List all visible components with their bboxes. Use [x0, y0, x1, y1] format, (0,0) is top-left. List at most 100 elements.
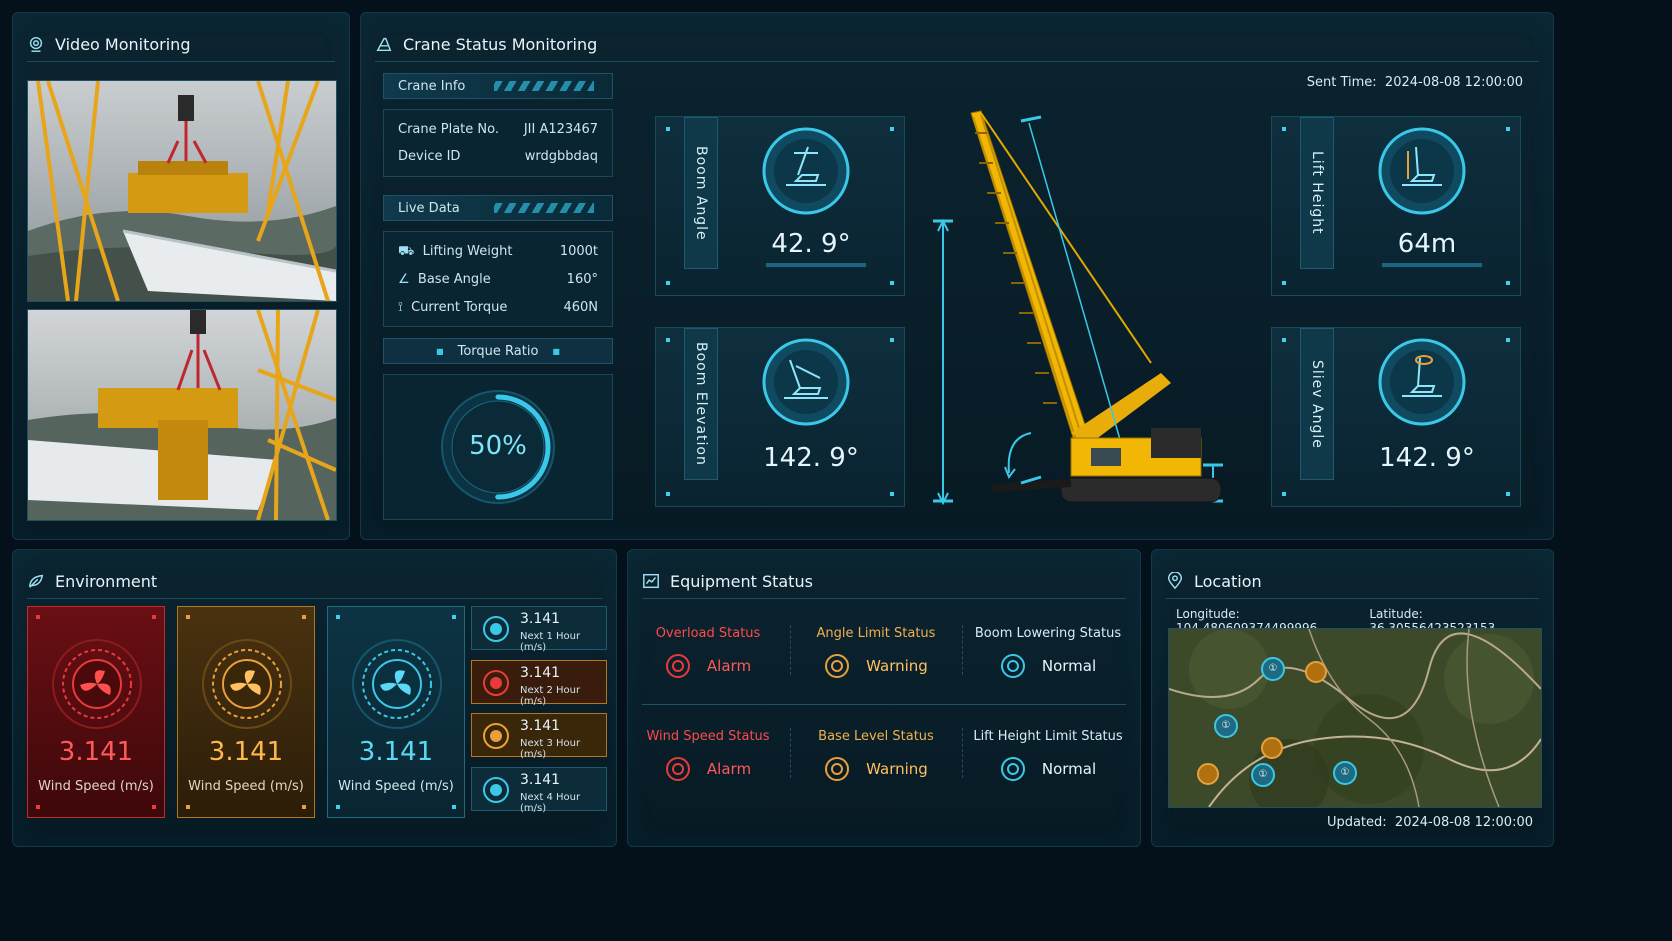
wind-speed-label: Wind Speed (m/s)	[338, 779, 454, 794]
forecast-value: 3.141	[520, 718, 561, 734]
bullet-icon: ■	[436, 346, 444, 356]
lift-height-value: 64m	[1397, 229, 1457, 259]
boom-elevation-icon	[762, 338, 850, 426]
video-feed-2[interactable]	[27, 309, 337, 521]
status-label: Overload Status	[655, 626, 761, 641]
fan-small-icon	[483, 723, 509, 749]
forecast-next-1-hour[interactable]: 3.141 Next 1 Hour (m/s)	[471, 606, 607, 653]
panel-title: Environment	[55, 571, 158, 591]
live-data-box: ⛟ Lifting Weight 1000t ∠ Base Angle 160°…	[383, 231, 613, 327]
lift-height-card: Lift Height 64m	[1271, 116, 1521, 296]
forecast-value: 3.141	[520, 611, 561, 627]
sent-time: Sent Time: 2024-08-08 12:00:00	[1307, 75, 1523, 90]
lifting-weight-label: Lifting Weight	[422, 244, 513, 259]
forecast-next-2-hour[interactable]: 3.141 Next 2 Hour (m/s)	[471, 660, 607, 707]
horizontal-divider	[642, 704, 1126, 705]
sliev-angle-icon	[1378, 338, 1466, 426]
map-marker-normal[interactable]: ①	[1251, 763, 1275, 787]
status-value: Warning	[866, 657, 928, 675]
header-stripes	[494, 203, 594, 213]
fan-icon	[52, 639, 142, 729]
crane-illustration	[933, 110, 1223, 506]
lifting-weight-value: 1000t	[559, 244, 598, 259]
map-marker-warning[interactable]	[1197, 763, 1219, 785]
normal-icon	[1000, 757, 1025, 781]
vertical-divider	[962, 625, 964, 675]
angle-icon: ∠	[398, 272, 410, 287]
wind-card-normal[interactable]: 3.141 Wind Speed (m/s)	[327, 606, 465, 818]
boom-angle-card: Boom Angle 42. 9°	[655, 116, 905, 296]
panel-title: Crane Status Monitoring	[403, 34, 598, 54]
map-marker-normal[interactable]: ①	[1214, 714, 1238, 738]
location-pin-icon	[1167, 572, 1183, 590]
map-marker-warning[interactable]	[1261, 737, 1283, 759]
fan-small-icon	[483, 616, 509, 642]
crane-info-header: Crane Info	[383, 73, 613, 99]
crane-status-panel: Crane Status Monitoring Sent Time: 2024-…	[360, 12, 1554, 540]
device-value: wrdgbbdaq	[524, 149, 598, 164]
video-monitoring-header: Video Monitoring	[27, 27, 335, 62]
video-feed-2-image	[28, 310, 336, 520]
panel-title: Location	[1194, 571, 1262, 591]
status-value: Alarm	[706, 760, 752, 778]
overload-status[interactable]: Overload Status Alarm	[628, 626, 788, 679]
status-label: Boom Lowering Status	[974, 626, 1122, 641]
boom-lowering-status[interactable]: Boom Lowering Status Normal	[968, 626, 1128, 679]
fan-small-icon	[483, 670, 509, 696]
sliev-angle-label: Sliev Angle	[1309, 359, 1325, 449]
forecast-next-4-hour[interactable]: 3.141 Next 4 Hour (m/s)	[471, 767, 607, 814]
base-level-status[interactable]: Base Level Status Warning	[796, 729, 956, 782]
panel-title: Equipment Status	[670, 571, 813, 591]
map-marker-warning[interactable]	[1305, 661, 1327, 683]
warning-icon	[825, 757, 850, 781]
fan-icon	[352, 639, 442, 729]
forecast-value: 3.141	[520, 772, 561, 788]
boom-elevation-value: 142. 9°	[763, 443, 859, 473]
equipment-status-panel: Equipment Status Overload Status Alarm A…	[627, 549, 1141, 847]
latitude-label: Latitude:	[1369, 607, 1423, 621]
wind-speed-value: 3.141	[58, 737, 134, 767]
gauge-underline	[766, 263, 866, 267]
location-panel: Location Longitude: 104.480609374499996 …	[1151, 549, 1554, 847]
fan-icon	[202, 639, 292, 729]
status-label: Base Level Status	[818, 729, 934, 744]
angle-limit-status[interactable]: Angle Limit Status Warning	[796, 626, 956, 679]
live-data-title: Live Data	[398, 200, 460, 216]
video-monitoring-panel: Video Monitoring	[12, 12, 350, 540]
sliev-angle-value: 142. 9°	[1379, 443, 1475, 473]
torque-ratio-title: Torque Ratio	[457, 343, 539, 359]
sent-time-label: Sent Time:	[1306, 75, 1377, 90]
updated-value: 2024-08-08 12:00:00	[1394, 815, 1533, 830]
torque-ratio-value: 50%	[469, 431, 527, 461]
boom-angle-icon	[762, 127, 850, 215]
vertical-divider	[790, 625, 792, 675]
forecast-label: Next 4 Hour (m/s)	[520, 792, 581, 814]
wind-speed-status[interactable]: Wind Speed Status Alarm	[628, 729, 788, 782]
forecast-value: 3.141	[520, 665, 561, 681]
lift-height-icon	[1378, 127, 1466, 215]
torque-ratio-box: 50%	[383, 374, 613, 520]
header-stripes	[494, 81, 594, 91]
forecast-label: Next 3 Hour (m/s)	[520, 738, 581, 760]
status-value: Alarm	[706, 657, 752, 675]
lift-height-limit-status[interactable]: Lift Height Limit Status Normal	[968, 729, 1128, 782]
forecast-next-3-hour[interactable]: 3.141 Next 3 Hour (m/s)	[471, 713, 607, 760]
vertical-divider	[962, 728, 964, 778]
map-marker-normal[interactable]: ①	[1261, 657, 1285, 681]
wind-speed-label: Wind Speed (m/s)	[38, 779, 154, 794]
alarm-icon	[665, 654, 690, 678]
map-marker-normal[interactable]: ①	[1333, 761, 1357, 785]
crane-info-box: Crane Plate No. JII A123467 Device ID wr…	[383, 109, 613, 177]
warning-icon	[825, 654, 850, 678]
map-view[interactable]: ① ① ① ①	[1168, 628, 1542, 808]
plate-row: Crane Plate No. JII A123467	[398, 122, 598, 137]
crane-status-header: Crane Status Monitoring	[375, 27, 1539, 62]
normal-icon	[1000, 654, 1025, 678]
video-feed-1[interactable]	[27, 80, 337, 302]
wind-card-warning[interactable]: 3.141 Wind Speed (m/s)	[177, 606, 315, 818]
sent-time-value: 2024-08-08 12:00:00	[1384, 75, 1523, 90]
camera-icon	[29, 36, 43, 52]
lift-height-label: Lift Height	[1309, 151, 1325, 235]
bullet-icon: ■	[552, 346, 560, 356]
wind-card-alarm[interactable]: 3.141 Wind Speed (m/s)	[27, 606, 165, 818]
